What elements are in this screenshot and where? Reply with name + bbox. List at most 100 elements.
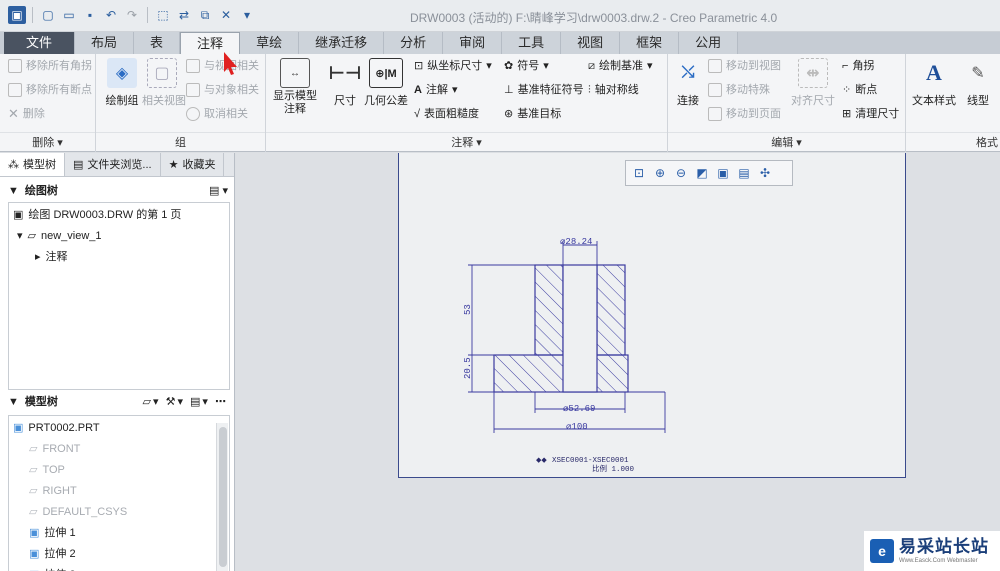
tab-review[interactable]: 审阅 — [443, 32, 503, 54]
model-tree-header[interactable]: ▼ 模型树 ▱▾ ⚒▾ ▤▾ ⋯ — [8, 391, 228, 413]
move-feature-button[interactable]: 移动特殊 — [708, 80, 770, 100]
edit-group-caption[interactable]: 编辑 ▾ — [668, 132, 905, 152]
expand-icon: ▸ — [35, 251, 41, 263]
drawing-tree-header[interactable]: ▼ 绘图树 ▤ ▾ — [8, 180, 228, 202]
select-box-icon[interactable]: ⬚ — [154, 6, 172, 24]
delete-icon: ✕ — [8, 106, 19, 121]
remove-all-corners-button[interactable]: 移除所有角拐 — [8, 56, 92, 76]
clean-dimensions-button[interactable]: ⊞ 清理尺寸 — [842, 104, 899, 124]
datum-feature-symbol-button[interactable]: ⊥ 基准特征符号 — [504, 80, 584, 100]
annotation-item[interactable]: ▸ 注释 — [35, 247, 68, 267]
tab-table[interactable]: 表 — [134, 32, 181, 54]
draw-datum-button[interactable]: ⧄ 绘制基准 ▾ — [588, 56, 653, 76]
related-to-object-button[interactable]: 与对象相关 — [186, 80, 259, 100]
datum-icon: ▱ — [29, 443, 38, 455]
line-style-icon: ✎ — [971, 65, 985, 82]
regenerate-icon[interactable]: ⇄ — [175, 6, 193, 24]
datum-target-icon: ⊛ — [504, 108, 514, 120]
mid-diameter-dim[interactable]: ⌀52.69 — [563, 404, 595, 414]
tab-legacy-migration[interactable]: 继承迁移 — [299, 32, 385, 54]
section-view[interactable]: ⌀28.24 53 20.5 ⌀52.69 ⌀100 XSEC0001-XSEC… — [236, 153, 1000, 571]
surface-finish-button[interactable]: √ 表面粗糙度 — [414, 104, 479, 124]
model-tree-tools-icon[interactable]: ▱▾ ⚒▾ ▤▾ ⋯ — [143, 391, 228, 413]
delete-group-caption[interactable]: 删除 ▾ — [0, 132, 95, 152]
annotate-group-caption[interactable]: 注释 ▾ — [266, 132, 667, 152]
section-label[interactable]: XSEC0001-XSEC0001 — [552, 457, 629, 465]
tree-settings-icon[interactable]: ▤ ▾ — [209, 180, 228, 202]
view-item[interactable]: ▾ ▱ new_view_1 — [17, 226, 102, 246]
drawing-canvas[interactable]: ⊡ ⊕ ⊖ ◩ ▣ ▤ ✣ ⌀28.24 53 20.5 ⌀52.69 ⌀100… — [236, 153, 1000, 571]
tab-frame[interactable]: 框架 — [620, 32, 680, 54]
open-folder-icon[interactable]: ▭ — [60, 6, 78, 24]
close-window-icon[interactable]: ✕ — [217, 6, 235, 24]
height-dim[interactable]: 53 — [463, 304, 473, 315]
model-tree-item[interactable]: ▱ FRONT — [29, 439, 80, 459]
symbol-button[interactable]: ✿ 符号 ▾ — [504, 56, 549, 76]
scrollbar-thumb[interactable] — [219, 427, 227, 567]
tab-common[interactable]: 公用 — [679, 32, 739, 54]
datum-icon: ▱ — [29, 485, 38, 497]
section-marker-icon: ◆◆ — [536, 457, 547, 464]
datum-target-button[interactable]: ⊛ 基准目标 — [504, 104, 561, 124]
model-tree: ▣ PRT0002.PRT ▱ FRONT ▱ TOP ▱ RIGHT ▱ DEFAULT_CSY… — [8, 415, 230, 571]
model-tree-item[interactable]: ▣ 拉伸 2 — [29, 544, 76, 564]
top-diameter-dim[interactable]: ⌀28.24 — [560, 237, 592, 247]
undo-icon[interactable]: ↶ — [102, 6, 120, 24]
note-button[interactable]: A 注解 ▾ — [414, 80, 457, 100]
tab-sketch[interactable]: 草绘 — [240, 32, 300, 54]
model-tree-item[interactable]: ▣ PRT0002.PRT — [13, 418, 100, 438]
tab-folder-browser[interactable]: ▤ 文件夹浏览... — [65, 153, 161, 176]
collapse-icon: ▼ — [8, 396, 19, 408]
delete-button[interactable]: ✕ 删除 — [8, 104, 45, 124]
remove-all-breaks-button[interactable]: 移除所有断点 — [8, 80, 92, 100]
connect-button[interactable]: ⤯ 连接 — [672, 58, 704, 108]
bottom-diameter-dim[interactable]: ⌀100 — [566, 422, 588, 432]
text-style-button[interactable]: A 文本样式 — [912, 58, 956, 108]
ribbon: 移除所有角拐 移除所有断点 ✕删除 删除 ▾ ◈ 绘制组 ▢ 相关视图 与视图相… — [0, 54, 1000, 152]
draw-group-icon: ◈ — [107, 58, 137, 88]
breakpoint-button[interactable]: ⁘ 断点 — [842, 80, 877, 100]
tab-file[interactable]: 文件 — [4, 32, 76, 54]
app-menu-icon[interactable]: ▣ — [8, 6, 26, 24]
model-tree-item[interactable]: ▱ TOP — [29, 460, 65, 480]
dimension-button[interactable]: ⊢⊣ 尺寸 — [328, 58, 362, 108]
customize-toolbar-icon[interactable]: ▾ — [238, 6, 256, 24]
flange-section — [493, 354, 629, 393]
align-dimensions-button[interactable]: ⇹ 对齐尺寸 — [790, 58, 836, 108]
corner-button[interactable]: ⌐ 角拐 — [842, 56, 874, 76]
show-model-annotations-button[interactable]: ↔ 显示模型 注释 — [270, 58, 320, 116]
model-tree-item[interactable]: ▣拉伸 3 — [29, 565, 76, 571]
related-view-button[interactable]: ▢ 相关视图 — [142, 58, 186, 108]
break-icon — [8, 83, 22, 97]
model-tree-scrollbar[interactable] — [216, 423, 228, 571]
tab-analysis[interactable]: 分析 — [384, 32, 444, 54]
tab-layout[interactable]: 布局 — [75, 32, 135, 54]
line-style-button[interactable]: ✎ 线型 — [962, 58, 994, 108]
ordinate-dimension-button[interactable]: ⊡ 纵坐标尺寸 ▾ — [414, 56, 492, 76]
draw-group-button[interactable]: ◈ 绘制组 — [100, 58, 144, 108]
tab-tools[interactable]: 工具 — [502, 32, 562, 54]
drawing-root-item[interactable]: ▣ 绘图 DRW0003.DRW 的第 1 页 — [13, 205, 181, 225]
extrude-icon: ▣ — [29, 527, 40, 539]
redo-icon[interactable]: ↷ — [123, 6, 141, 24]
surface-finish-icon: √ — [414, 108, 421, 120]
model-tree-item[interactable]: ▱ DEFAULT_CSYS — [29, 502, 127, 522]
tab-annotate[interactable]: 注释 — [180, 32, 241, 54]
delete-group: 移除所有角拐 移除所有断点 ✕ 删除 删除 ▾ — [0, 54, 96, 152]
save-icon[interactable]: ▪ — [81, 6, 99, 24]
tab-favorites[interactable]: ★ 收藏夹 — [161, 153, 225, 176]
model-tree-item[interactable]: ▣ 拉伸 1 — [29, 523, 76, 543]
new-file-icon[interactable]: ▢ — [39, 6, 57, 24]
gtol-icon: ⊕|M — [369, 58, 403, 88]
gtol-button[interactable]: ⊕|M 几何公差 — [364, 58, 408, 108]
tab-view[interactable]: 视图 — [561, 32, 621, 54]
window-icon[interactable]: ⧉ — [196, 6, 214, 24]
move-to-view-button[interactable]: 移动到视图 — [708, 56, 781, 76]
tab-model-tree[interactable]: ⁂ 模型树 — [0, 153, 65, 176]
cancel-related-button[interactable]: 取消相关 — [186, 104, 248, 124]
axis-symmetry-button[interactable]: ⫶ 轴对称线 — [588, 80, 639, 100]
move-to-page-button[interactable]: 移动到页面 — [708, 104, 781, 124]
flange-height-dim[interactable]: 20.5 — [463, 357, 473, 379]
model-tree-item[interactable]: ▱ RIGHT — [29, 481, 77, 501]
corner-icon — [8, 59, 22, 73]
